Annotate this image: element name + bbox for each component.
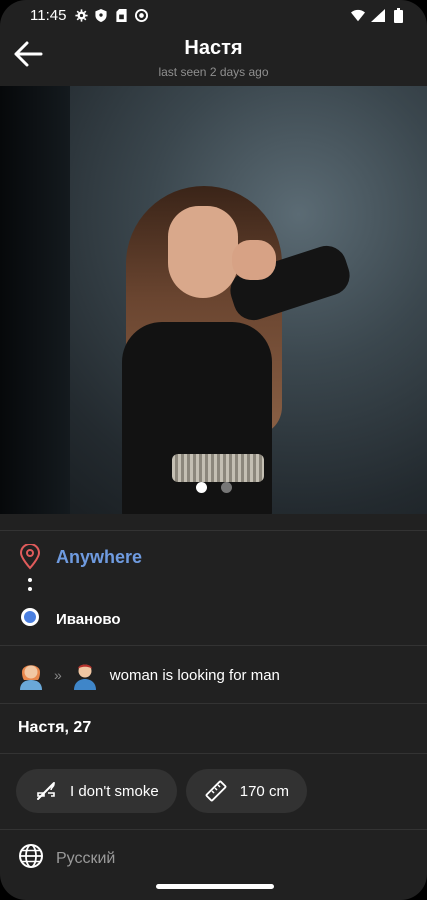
home-indicator[interactable]	[156, 884, 274, 889]
location-dot-icon	[18, 605, 42, 634]
height-chip-label: 170 cm	[239, 782, 289, 800]
page-title: Настя	[184, 37, 243, 59]
globe-icon	[18, 843, 44, 874]
language-row: Русский	[18, 843, 115, 874]
battery-icon	[391, 7, 405, 23]
man-avatar-icon	[72, 660, 98, 690]
height-chip[interactable]: 170 cm	[185, 769, 307, 813]
profile-screen: 11:45 Настя last seen 2 days ago Anywher…	[0, 0, 427, 900]
app-header: Настя last seen 2 days ago	[0, 30, 427, 86]
attribute-chips: I don't smoke 170 cm	[16, 769, 307, 813]
location-from-label: Anywhere	[56, 546, 143, 567]
shield-icon	[94, 8, 108, 22]
divider	[0, 829, 427, 830]
ruler-icon	[204, 779, 228, 803]
smoking-chip-label: I don't smoke	[70, 782, 159, 800]
gear-icon	[74, 8, 88, 22]
status-bar: 11:45	[0, 0, 427, 30]
last-seen-text: last seen 2 days ago	[158, 65, 269, 79]
location-to-label: Иваново	[56, 611, 121, 628]
divider	[0, 645, 427, 646]
wifi-icon	[351, 8, 365, 22]
status-time: 11:45	[30, 6, 67, 24]
language-label: Русский	[56, 849, 116, 867]
no-smoking-icon	[34, 779, 58, 803]
signal-icon	[371, 8, 385, 22]
pager-dot-2[interactable]	[220, 482, 232, 493]
divider	[0, 530, 427, 531]
location-pin-icon	[18, 543, 42, 570]
route-dots	[28, 578, 32, 591]
woman-avatar-icon	[18, 660, 44, 690]
separator-text: »	[54, 667, 62, 683]
name-age-text: Настя, 27	[18, 719, 92, 736]
profile-photo[interactable]	[0, 86, 427, 514]
location-from-row[interactable]: Anywhere	[18, 543, 143, 570]
divider	[0, 703, 427, 704]
looking-for-text: woman is looking for man	[109, 666, 280, 684]
divider	[0, 753, 427, 754]
sim-card-icon	[114, 8, 128, 22]
location-to-row[interactable]: Иваново	[18, 605, 121, 634]
smoking-chip[interactable]: I don't smoke	[16, 769, 177, 813]
photo-pager	[0, 482, 427, 493]
vpn-icon	[134, 8, 148, 22]
looking-for-row: » woman is looking for man	[18, 660, 280, 690]
pager-dot-1[interactable]	[195, 482, 207, 493]
